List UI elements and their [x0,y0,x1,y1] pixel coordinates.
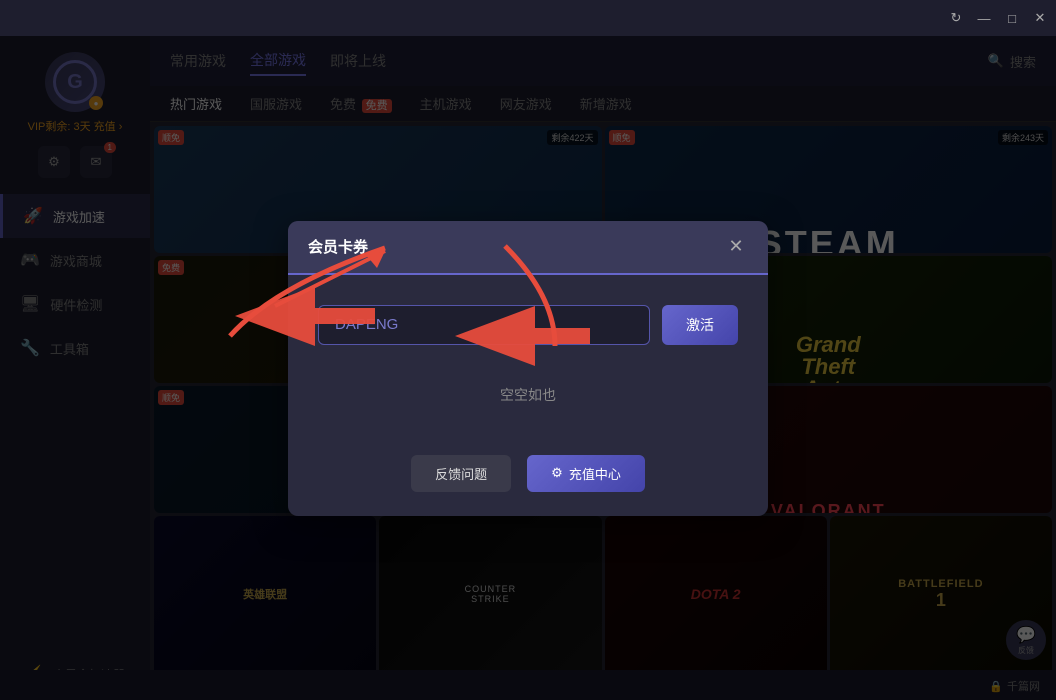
modal-title: 会员卡券 [308,236,368,257]
coupon-input[interactable] [318,305,650,345]
window-controls: ↻ — □ ✕ [948,10,1048,26]
activate-button[interactable]: 激活 [662,305,738,345]
modal-footer: 反馈问题 ⚙ 充值中心 [288,455,768,516]
recharge-icon: ⚙ [551,465,563,481]
recharge-button[interactable]: ⚙ 充值中心 [527,455,645,492]
minimize-button[interactable]: — [976,10,992,26]
recharge-label: 充值中心 [569,464,621,483]
feedback-button[interactable]: 反馈问题 [411,455,511,492]
close-button[interactable]: ✕ [1032,10,1048,26]
modal-body: 激活 空空如也 [288,275,768,455]
empty-text: 空空如也 [318,385,738,405]
member-coupon-modal: 会员卡券 ✕ 激活 空空如也 反馈问题 ⚙ 充值中心 [288,221,768,516]
modal-overlay: 会员卡券 ✕ 激活 空空如也 反馈问题 ⚙ 充值中心 [0,36,1056,700]
title-bar: ↻ — □ ✕ [0,0,1056,36]
modal-input-row: 激活 [318,305,738,345]
modal-close-button[interactable]: ✕ [724,235,748,259]
maximize-button[interactable]: □ [1004,10,1020,26]
modal-header: 会员卡券 ✕ [288,221,768,275]
refresh-button[interactable]: ↻ [948,10,964,26]
